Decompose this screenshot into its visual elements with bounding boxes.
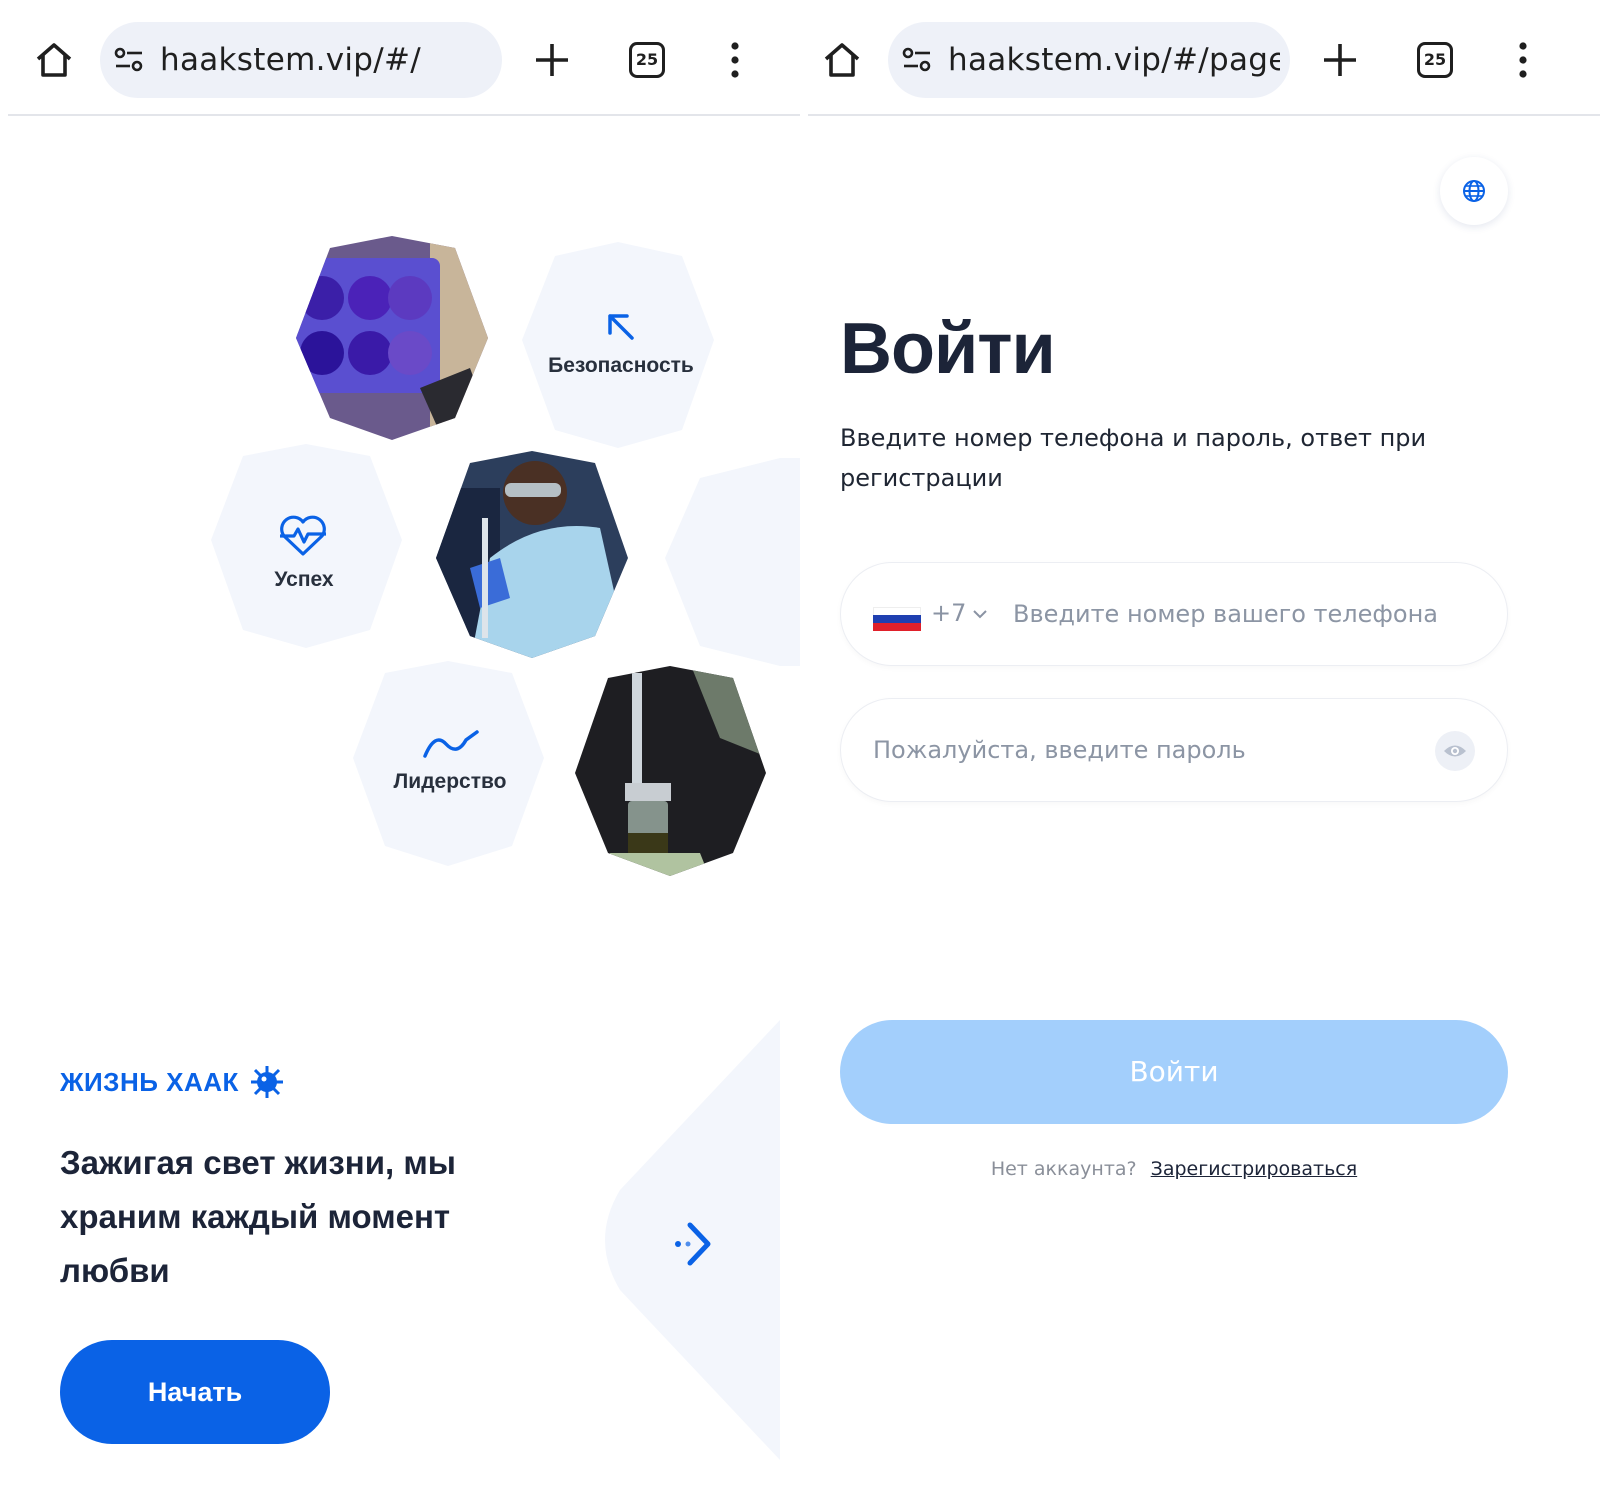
new-tab-icon[interactable] (534, 42, 570, 78)
tab-switcher-icon[interactable]: 25 (629, 42, 665, 78)
globe-icon (1463, 180, 1485, 202)
tab-switcher-icon[interactable]: 25 (1417, 42, 1453, 78)
home-icon[interactable] (822, 40, 862, 80)
phone-field[interactable]: +7 (840, 562, 1508, 666)
feature-hexagons: Безопасность Успех Лидерство (0, 118, 800, 1018)
new-tab-icon[interactable] (1322, 42, 1358, 78)
hex-security (522, 242, 714, 448)
show-password-button[interactable] (1435, 731, 1475, 771)
page-title: Войти (840, 309, 1056, 389)
label-leadership: Лидерство (393, 770, 507, 793)
eye-icon (1444, 745, 1466, 757)
register-row: Нет аккаунта? Зарегистрироваться (840, 1158, 1508, 1180)
register-link[interactable]: Зарегистрироваться (1151, 1158, 1358, 1180)
photo-scientist (436, 451, 628, 658)
url-text[interactable]: haakstem.vip/#/pages/ (948, 40, 1280, 80)
password-field[interactable] (840, 698, 1508, 802)
hex-partial (665, 458, 800, 666)
url-text[interactable]: haakstem.vip/#/ (160, 40, 492, 80)
menu-icon[interactable] (1514, 42, 1532, 78)
address-bar[interactable]: haakstem.vip/#/pages/ (888, 22, 1290, 98)
home-icon[interactable] (34, 40, 74, 80)
start-button[interactable]: Начать (60, 1340, 330, 1444)
address-bar[interactable]: haakstem.vip/#/ (100, 22, 502, 98)
page-subtitle: Введите номер телефона и пароль, ответ п… (840, 424, 1427, 492)
wave-icon (423, 730, 479, 758)
landing-screen: haakstem.vip/#/ 25 Безопасность Успех Ли… (0, 0, 800, 1511)
label-security: Безопасность (548, 354, 694, 377)
arrow-up-left-icon (608, 314, 634, 340)
russia-flag-icon[interactable] (873, 607, 921, 631)
label-success: Успех (274, 568, 334, 591)
country-code[interactable]: +7 (931, 599, 966, 627)
next-arrow-decoration (605, 1020, 780, 1460)
photo-vial (575, 666, 766, 876)
language-button[interactable] (1440, 157, 1508, 225)
photo-petri-dish (296, 236, 488, 440)
password-input[interactable] (873, 727, 1433, 773)
hex-leadership (353, 661, 544, 866)
site-settings-icon[interactable] (114, 47, 144, 73)
login-button[interactable]: Войти (840, 1020, 1508, 1124)
site-settings-icon[interactable] (902, 47, 932, 73)
heartbeat-icon (280, 515, 326, 556)
browser-toolbar: haakstem.vip/#/ 25 (8, 0, 800, 116)
login-screen: haakstem.vip/#/pages/ 25 Войти Введите н… (808, 0, 1600, 1511)
brand-name: ЖИЗНЬ ХААК (60, 1066, 239, 1097)
tagline: Зажигая свет жизни, мы храним каждый мом… (60, 1144, 456, 1289)
chevron-down-icon[interactable] (973, 609, 987, 619)
virus-icon (250, 1066, 283, 1098)
brand-row: ЖИЗНЬ ХААК (60, 1064, 285, 1100)
phone-input[interactable] (1013, 591, 1493, 637)
browser-toolbar: haakstem.vip/#/pages/ 25 (808, 0, 1600, 116)
menu-icon[interactable] (726, 42, 744, 78)
register-question: Нет аккаунта? (990, 1158, 1137, 1180)
